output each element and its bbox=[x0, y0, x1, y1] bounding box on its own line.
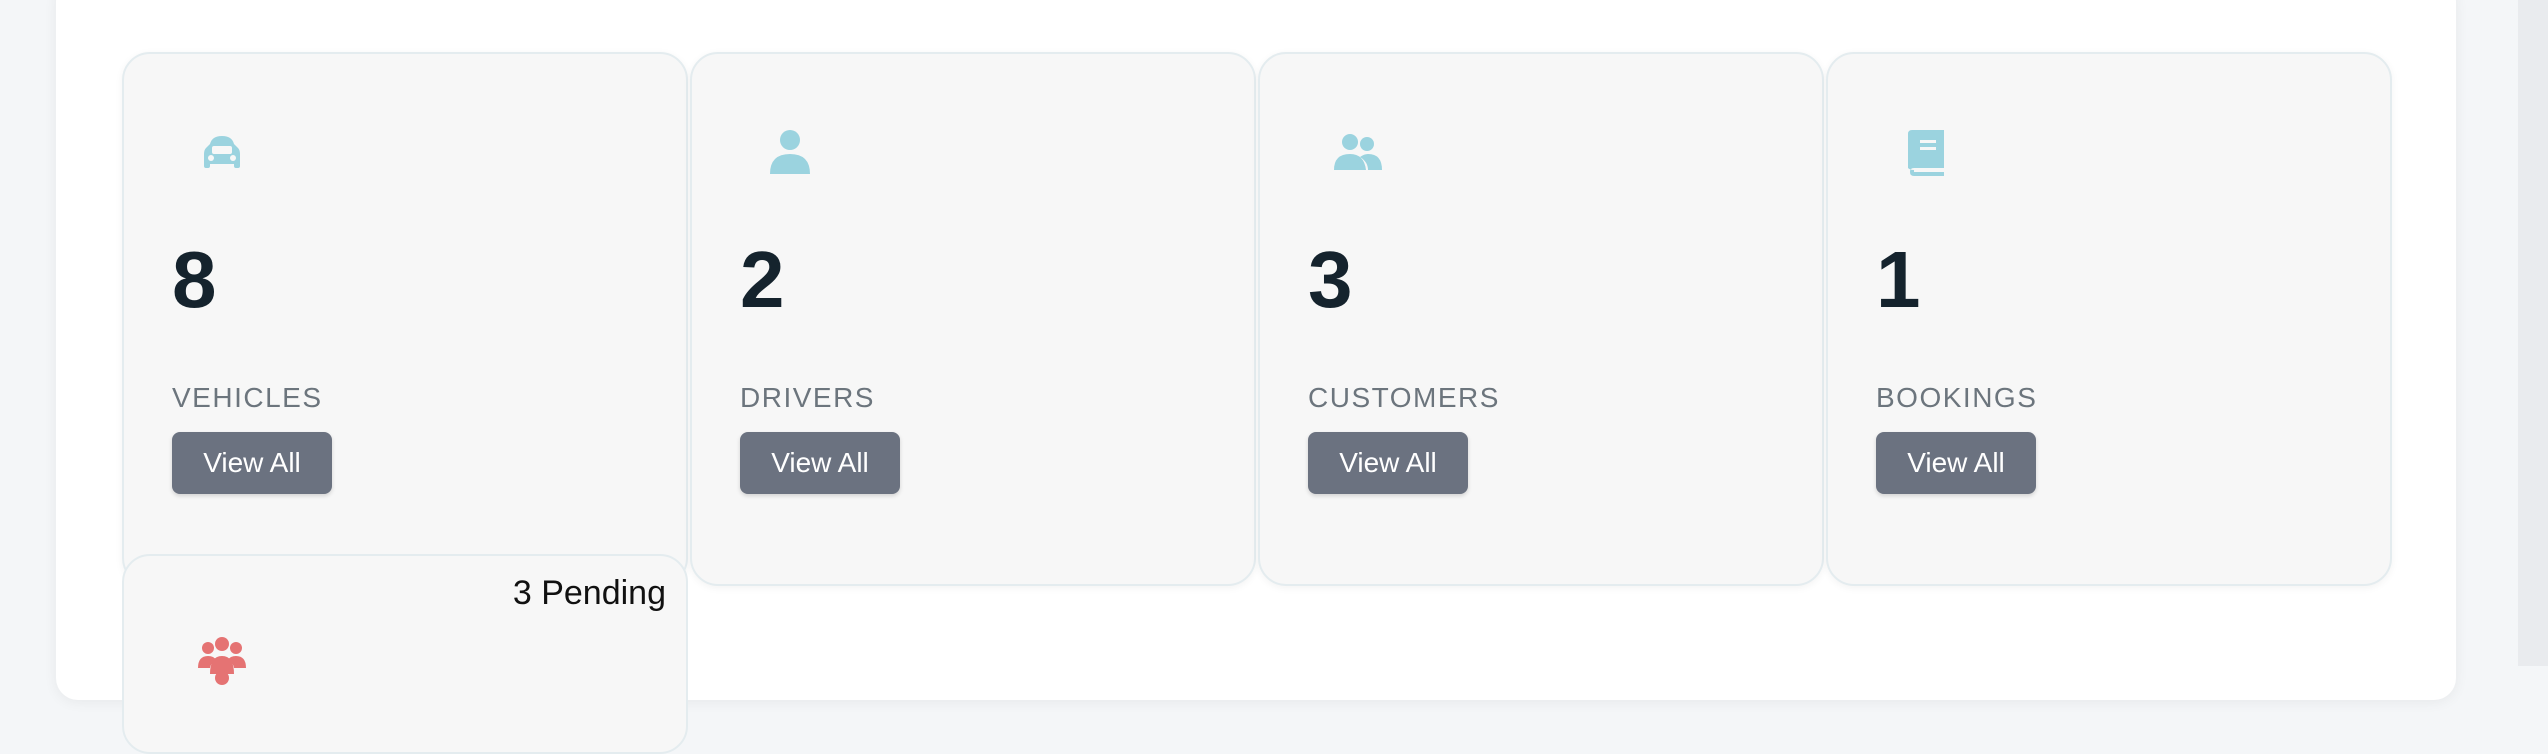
bookings-label: BOOKINGS bbox=[1876, 382, 2038, 413]
stat-card-customers: 3 CUSTOMERS View All bbox=[1258, 52, 1824, 586]
stat-card-bookings: 1 BOOKINGS View All bbox=[1826, 52, 2392, 586]
users-icon bbox=[1330, 124, 1386, 180]
view-all-bookings-button[interactable]: View All bbox=[1876, 432, 2036, 494]
user-icon bbox=[762, 124, 818, 180]
view-all-customers-button[interactable]: View All bbox=[1308, 432, 1468, 494]
book-icon bbox=[1898, 124, 1954, 180]
stat-card-drivers: 2 DRIVERS View All bbox=[690, 52, 1256, 586]
vehicles-label: VEHICLES bbox=[172, 382, 323, 413]
car-icon bbox=[194, 124, 250, 180]
user-group-icon bbox=[194, 634, 250, 690]
pending-card: 3 Pending bbox=[122, 554, 688, 754]
bookings-count: 1 bbox=[1876, 235, 1921, 324]
view-all-vehicles-button[interactable]: View All bbox=[172, 432, 332, 494]
scrollbar-track[interactable] bbox=[2518, 0, 2548, 666]
stat-card-vehicles: 8 VEHICLES View All bbox=[122, 52, 688, 586]
customers-label: CUSTOMERS bbox=[1308, 382, 1500, 413]
vehicles-count: 8 bbox=[172, 235, 217, 324]
drivers-label: DRIVERS bbox=[740, 382, 875, 413]
drivers-count: 2 bbox=[740, 235, 785, 324]
customers-count: 3 bbox=[1308, 235, 1353, 324]
pending-count: 3 Pending bbox=[512, 574, 666, 612]
view-all-drivers-button[interactable]: View All bbox=[740, 432, 900, 494]
